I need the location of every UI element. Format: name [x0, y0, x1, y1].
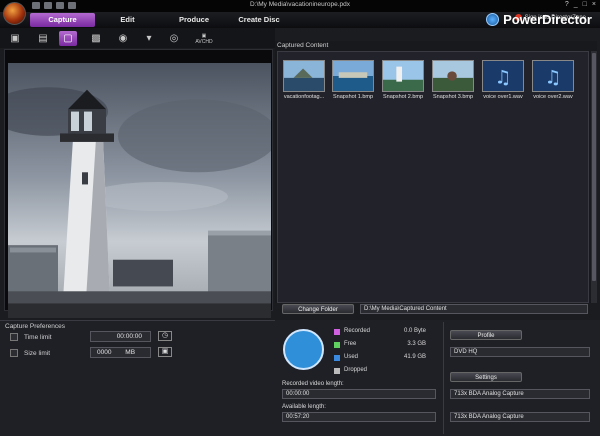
- preview-image: [8, 63, 271, 318]
- captured-content-list[interactable]: vacationfootag... Snapshot 1.bmp Snapsho…: [277, 51, 589, 303]
- recorded-label: Recorded: [344, 328, 371, 334]
- recorded-value: 0.0 Byte: [403, 328, 426, 334]
- tv-icon[interactable]: ▢: [59, 31, 77, 46]
- size-limit-unit: MB: [125, 349, 136, 356]
- time-limit-field[interactable]: 00:00:00: [90, 331, 151, 342]
- list-item[interactable]: Snapshot 1.bmp: [329, 94, 377, 100]
- tab-capture[interactable]: Capture: [30, 13, 95, 27]
- title-bar: D:\My Media\vacationineurope.pdx ? _ □ ×: [0, 0, 600, 12]
- svg-text:♫: ♫: [494, 67, 511, 89]
- preview-window: 🔊 ▲ 004 ▼ ↻ ▩: [4, 49, 278, 358]
- settings-button[interactable]: Settings: [450, 372, 522, 382]
- time-limit-label: Time limit: [24, 334, 52, 341]
- list-item[interactable]: Snapshot 2.bmp: [379, 94, 427, 100]
- available-length-field: 00:57:20: [282, 412, 436, 422]
- thumbnail-audio-1[interactable]: ♫: [482, 60, 524, 92]
- help-button[interactable]: ?: [565, 1, 569, 8]
- list-item[interactable]: Snapshot 3.bmp: [429, 94, 477, 100]
- free-swatch: [334, 342, 340, 348]
- capture-folder-path: D:\My Media\Captured Content: [360, 304, 588, 314]
- dropped-label: Dropped: [344, 367, 368, 373]
- clock-icon[interactable]: ◷: [158, 331, 172, 341]
- dv-camcorder-icon[interactable]: ▣: [6, 31, 24, 46]
- size-limit-label: Size limit: [24, 350, 51, 357]
- preferences-title: Capture Preferences: [5, 323, 65, 330]
- close-button[interactable]: ×: [592, 1, 596, 8]
- cd-icon[interactable]: ◎: [165, 31, 183, 46]
- thumbnail-video[interactable]: [283, 60, 325, 92]
- list-item[interactable]: voice over2.wav: [529, 94, 577, 100]
- brand-name: PowerDirector: [503, 12, 592, 27]
- content-scrollbar[interactable]: [591, 51, 597, 303]
- dropped-swatch: [334, 368, 340, 374]
- capture-preferences-panel: Capture Preferences Time limit 00:00:00 …: [0, 320, 275, 436]
- hdv-camcorder-icon[interactable]: ▤: [34, 31, 52, 46]
- recorded-length-field: 00:00:00: [282, 389, 436, 399]
- avchd-icon[interactable]: ▣ AVCHD: [193, 31, 215, 46]
- captured-content-title: Captured Content: [277, 42, 329, 49]
- size-limit-field[interactable]: 0000 MB: [90, 347, 151, 358]
- avchd-label: AVCHD: [195, 38, 213, 45]
- svg-text:♫: ♫: [544, 67, 561, 89]
- document-title: D:\My Media\vacationineurope.pdx: [249, 1, 351, 8]
- profile-field: DVD HQ: [450, 347, 590, 357]
- scrollbar-thumb[interactable]: [592, 53, 596, 281]
- capture-device-field-2: 713x BDA Analog Capture: [450, 412, 590, 422]
- powerdirector-window: D:\My Media\vacationineurope.pdx ? _ □ ×…: [0, 0, 600, 436]
- capture-device-field: 713x BDA Analog Capture: [450, 389, 590, 399]
- size-limit-checkbox[interactable]: [10, 349, 18, 357]
- tab-edit[interactable]: Edit: [100, 13, 155, 27]
- microphone-icon[interactable]: ▾: [140, 31, 158, 46]
- thumbnail-audio-2[interactable]: ♫: [532, 60, 574, 92]
- camera-icon[interactable]: ▣: [158, 347, 172, 357]
- webcam-icon[interactable]: ◉: [114, 31, 132, 46]
- profile-button[interactable]: Profile: [450, 330, 522, 340]
- digital-tv-icon[interactable]: ▩: [87, 31, 105, 46]
- powerdirector-icon: [486, 13, 500, 26]
- available-length-label: Available length:: [282, 404, 326, 410]
- thumbnail-snapshot-1[interactable]: [332, 60, 374, 92]
- used-value: 41.9 GB: [403, 354, 426, 360]
- recorded-length-label: Recorded video length:: [282, 381, 344, 387]
- recorded-swatch: [334, 329, 340, 335]
- window-controls: ? _ □ ×: [565, 1, 596, 8]
- panel-divider: [443, 322, 444, 434]
- list-item[interactable]: voice over1.wav: [479, 94, 527, 100]
- time-limit-checkbox[interactable]: [10, 333, 18, 341]
- captured-content-panel: Captured Content vacationfootag... Snaps…: [275, 41, 597, 303]
- list-item[interactable]: vacationfootag...: [280, 94, 328, 100]
- capture-source-toolbar: ▣ ▤ ▢ ▩ ◉ ▾ ◎ ▣ AVCHD: [0, 28, 275, 48]
- used-label: Used: [344, 354, 359, 360]
- brand-logo: PowerDirector: [486, 12, 592, 27]
- free-label: Free: [344, 341, 357, 347]
- size-limit-value: 0000: [97, 349, 112, 356]
- used-swatch: [334, 355, 340, 361]
- thumbnail-snapshot-3[interactable]: [432, 60, 474, 92]
- app-logo: [3, 2, 26, 25]
- tab-produce[interactable]: Produce: [165, 13, 223, 27]
- change-folder-button[interactable]: Change Folder: [282, 304, 354, 314]
- thumbnail-snapshot-2[interactable]: [382, 60, 424, 92]
- disk-usage-pie: [283, 329, 324, 370]
- maximize-button[interactable]: □: [583, 1, 587, 8]
- free-value: 3.3 GB: [407, 341, 426, 347]
- minimize-button[interactable]: _: [574, 1, 578, 8]
- tab-create-disc[interactable]: Create Disc: [230, 13, 288, 27]
